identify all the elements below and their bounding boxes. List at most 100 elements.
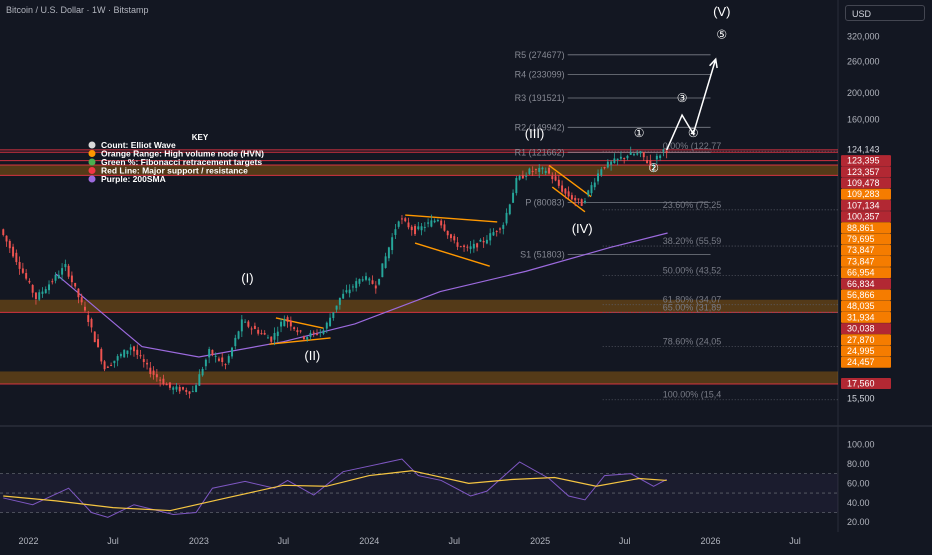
candle-body: [224, 364, 227, 366]
candle-body: [90, 318, 93, 328]
candle-body: [368, 278, 371, 281]
candle-body: [662, 149, 665, 152]
price-label-3: 109,478: [847, 178, 880, 188]
candle-body: [404, 218, 407, 222]
candle-body: [577, 198, 580, 200]
candle-body: [191, 391, 194, 393]
candle-body: [28, 280, 31, 283]
candle-body: [325, 322, 328, 329]
candle-body: [54, 274, 57, 281]
price-label-0: 124,143: [847, 144, 880, 154]
rsi-tick-0: 100.00: [847, 439, 875, 449]
candle-body: [198, 374, 201, 386]
candle-body: [263, 333, 266, 335]
candle-body: [417, 226, 420, 230]
candle-body: [182, 387, 184, 390]
wave-label-7: ②: [648, 161, 659, 175]
candle-body: [564, 188, 567, 194]
candle-body: [25, 273, 28, 279]
candle-body: [463, 245, 466, 247]
candle-body: [371, 280, 374, 284]
candle: [381, 263, 384, 278]
candle-body: [159, 379, 162, 381]
candle-body: [332, 312, 335, 319]
candle-body: [436, 219, 439, 222]
price-label-16: 30,038: [847, 324, 875, 334]
candle-body: [253, 325, 256, 329]
candle-body: [397, 221, 400, 227]
candle-body: [2, 229, 5, 235]
candle-body: [616, 158, 619, 161]
price-chart-svg[interactable]: R5 (274677)R4 (233099)R3 (191521)R2 (149…: [0, 0, 932, 550]
candle-body: [244, 321, 247, 323]
tradingview-chart[interactable]: R5 (274677) R4 (233099) R3 (191521) R2 (149…: [0, 0, 932, 550]
candle-body: [528, 168, 531, 174]
candle-body: [345, 290, 348, 293]
candle-body: [400, 218, 403, 220]
candle-body: [31, 285, 34, 293]
candle-body: [5, 235, 8, 242]
candle-body: [162, 378, 165, 385]
price-tick-3: 160,000: [847, 115, 880, 125]
price-label-5: 107,134: [847, 200, 880, 210]
candle-body: [394, 229, 397, 235]
candle-body: [83, 306, 86, 311]
candle-body: [482, 240, 485, 243]
candle-body: [570, 195, 573, 200]
rsi-band-fill: [0, 473, 838, 513]
price-label-13: 56,866: [847, 290, 875, 300]
candle-body: [410, 226, 413, 231]
pivot-label-2: R3 (191521): [515, 93, 565, 103]
candle-body: [548, 167, 550, 174]
candle-body: [600, 169, 603, 176]
candle-body: [499, 228, 501, 230]
candle-body: [280, 321, 283, 327]
candle-body: [466, 246, 469, 248]
candle-body: [260, 333, 263, 335]
candle-body: [440, 220, 443, 226]
candle-body: [100, 349, 103, 362]
candle-body: [289, 320, 292, 327]
candle-body: [211, 349, 214, 355]
candle-body: [110, 364, 113, 366]
candle-body: [87, 315, 90, 322]
candle-body: [80, 297, 83, 303]
candle-body: [342, 293, 345, 299]
candle-body: [155, 374, 158, 378]
candle-body: [44, 289, 47, 294]
price-label-7: 88,861: [847, 223, 875, 233]
price-tick-0: 320,000: [847, 32, 880, 42]
key-title: KEY: [192, 133, 209, 142]
key-dot-2: [88, 158, 96, 166]
candle: [123, 349, 126, 358]
candle-body: [74, 282, 77, 287]
candle-body: [93, 331, 96, 343]
candle-body: [231, 347, 234, 357]
candle-body: [492, 232, 495, 236]
price-label-14: 48,035: [847, 301, 875, 311]
candle: [515, 175, 518, 196]
price-label-10: 73,847: [847, 256, 875, 266]
candle-body: [296, 330, 299, 333]
candle-body: [587, 190, 590, 196]
candle-body: [613, 158, 616, 164]
candle: [237, 330, 240, 340]
price-label-12: 66,834: [847, 279, 875, 289]
candle-body: [312, 332, 315, 334]
price-label-15: 31,934: [847, 312, 875, 322]
candle-body: [538, 167, 541, 172]
candle-body: [188, 391, 191, 394]
candle-body: [583, 200, 586, 203]
candle-body: [270, 336, 273, 342]
candle-body: [479, 239, 482, 242]
wave-label-6: ①: [634, 126, 645, 140]
candle-body: [283, 319, 286, 327]
candle-body: [266, 337, 269, 339]
candle-body: [489, 233, 492, 241]
candle-body: [659, 155, 662, 158]
candle-body: [469, 246, 472, 250]
candle: [93, 331, 96, 343]
price-label-18: 24,995: [847, 346, 875, 356]
currency-button[interactable]: USD: [845, 5, 925, 21]
candle-body: [453, 236, 456, 241]
